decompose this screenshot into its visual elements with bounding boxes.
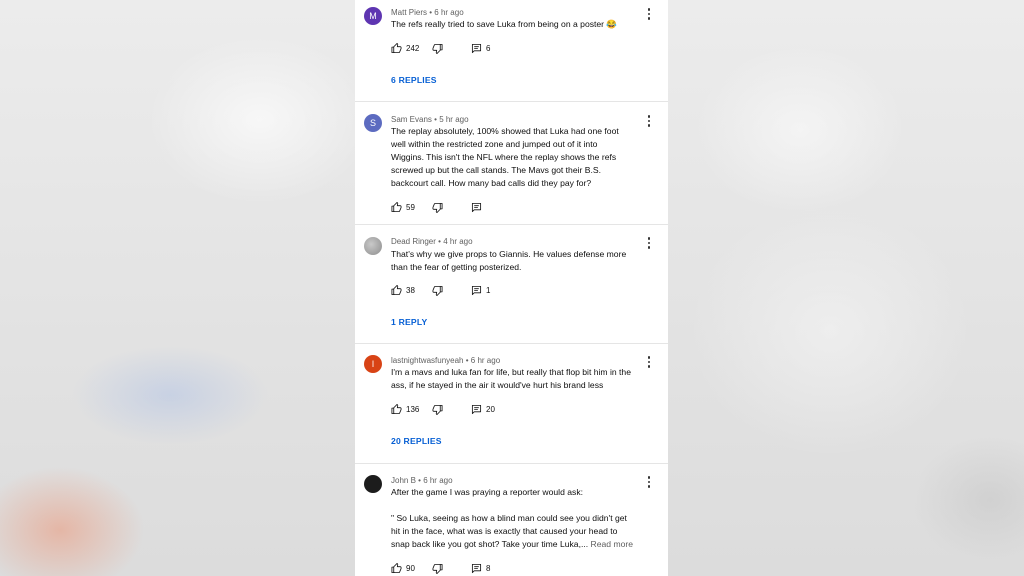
comment-text: I'm a mavs and luka fan for life, but re…	[391, 366, 653, 392]
comment-text-line: " So Luka, seeing as how a blind man cou…	[391, 513, 627, 523]
view-replies-button[interactable]: 1 REPLY	[391, 317, 427, 327]
avatar[interactable]	[364, 237, 382, 255]
thumbs-down-icon	[432, 404, 443, 415]
like-button[interactable]: 136	[391, 402, 419, 416]
reply-icon	[471, 285, 482, 295]
comment-text: After the game I was praying a reporter …	[391, 486, 653, 551]
thumbs-down-icon	[432, 285, 443, 296]
thumbs-up-icon	[391, 284, 402, 295]
reply-count: 1	[486, 285, 491, 295]
meta-separator: •	[418, 476, 421, 485]
reply-button[interactable]: 8	[471, 561, 490, 575]
comment-text-line: snap back like you got shot? Take your t…	[391, 539, 589, 549]
reply-button[interactable]	[471, 200, 482, 214]
thumbs-up-icon	[391, 403, 402, 414]
comment-age: 4 hr ago	[443, 237, 473, 246]
comment-text-line: The replay absolutely, 100% showed that …	[391, 126, 619, 136]
author-name[interactable]: Matt Piers	[391, 8, 427, 17]
comment-text: That's why we give props to Giannis. He …	[391, 248, 653, 274]
comment-text-line: hit in the face, what was is exactly tha…	[391, 526, 618, 536]
avatar[interactable]: l	[364, 355, 382, 373]
comment-text-line: screwed up but the call stands. The Mavs…	[391, 165, 602, 175]
avatar[interactable]	[364, 475, 382, 493]
comment-meta: Matt Piers • 6 hr ago	[391, 8, 464, 17]
comment-text-line: than the fear of getting posterized.	[391, 262, 522, 272]
like-count: 59	[406, 202, 415, 212]
divider	[355, 224, 668, 225]
thumbs-up-icon	[391, 562, 402, 573]
reply-icon	[471, 202, 482, 212]
reply-count: 6	[486, 43, 491, 53]
comment-meta: Sam Evans • 5 hr ago	[391, 115, 469, 124]
author-name[interactable]: lastnightwasfunyeah	[391, 356, 464, 365]
comment-text-line: ass, if he stayed in the air it would've…	[391, 380, 604, 390]
comment-meta: John B • 6 hr ago	[391, 476, 453, 485]
dislike-button[interactable]	[432, 561, 443, 575]
comment-meta: lastnightwasfunyeah • 6 hr ago	[391, 356, 500, 365]
comment-actions: 38 1	[391, 283, 651, 297]
comment-actions: 136 20	[391, 402, 651, 416]
reply-icon	[471, 43, 482, 53]
comment-actions: 90 8	[391, 561, 651, 575]
divider	[355, 101, 668, 102]
thumbs-down-icon	[432, 43, 443, 54]
comment-meta: Dead Ringer • 4 hr ago	[391, 237, 473, 246]
divider	[355, 343, 668, 344]
thumbs-up-icon	[391, 201, 402, 212]
comment-age: 6 hr ago	[423, 476, 453, 485]
like-count: 38	[406, 285, 415, 295]
like-button[interactable]: 59	[391, 200, 415, 214]
dislike-button[interactable]	[432, 402, 443, 416]
divider	[355, 463, 668, 464]
meta-separator: •	[465, 356, 469, 365]
reply-button[interactable]: 1	[471, 283, 490, 297]
reply-count: 20	[486, 404, 495, 414]
avatar[interactable]: M	[364, 7, 382, 25]
like-button[interactable]: 242	[391, 41, 419, 55]
comment-text: The refs really tried to save Luka from …	[391, 18, 653, 31]
reply-count: 8	[486, 563, 491, 573]
comment-text-line: Wiggins. This isn't the NFL where the re…	[391, 152, 617, 162]
reply-button[interactable]: 6	[471, 41, 490, 55]
read-more-link[interactable]: Read more	[591, 539, 634, 549]
thumbs-up-icon	[391, 42, 402, 53]
comment-age: 6 hr ago	[470, 356, 501, 365]
comment-text-line: backcourt call. How many bad calls did t…	[391, 178, 592, 188]
comment-text-line: After the game I was praying a reporter …	[391, 487, 584, 497]
dislike-button[interactable]	[432, 200, 443, 214]
like-count: 90	[406, 563, 415, 573]
reply-icon	[471, 563, 482, 573]
reply-button[interactable]: 20	[471, 402, 495, 416]
comment-age: 5 hr ago	[439, 115, 469, 124]
author-name[interactable]: Sam Evans	[391, 115, 432, 124]
avatar[interactable]: S	[364, 114, 382, 132]
comment-actions: 59	[391, 200, 651, 214]
meta-separator: •	[429, 8, 433, 17]
view-replies-button[interactable]: 6 REPLIES	[391, 75, 437, 85]
thumbs-down-icon	[432, 202, 443, 213]
comment-text-line-last: snap back like you got shot? Take your t…	[391, 538, 653, 551]
dislike-button[interactable]	[432, 283, 443, 297]
comments-panel: M Matt Piers • 6 hr ago The refs really …	[355, 0, 668, 576]
comment-text-line: That's why we give props to Giannis. He …	[391, 249, 627, 259]
like-count: 136	[406, 404, 420, 414]
comment-text-line: The refs really tried to save Luka from …	[391, 19, 618, 29]
comment-age: 6 hr ago	[434, 8, 464, 17]
author-name[interactable]: John B	[391, 476, 416, 485]
comment-actions: 242 6	[391, 41, 651, 55]
thumbs-down-icon	[432, 563, 443, 574]
reply-icon	[471, 404, 482, 414]
view-replies-button[interactable]: 20 REPLIES	[391, 436, 442, 446]
like-count: 242	[406, 43, 420, 53]
dislike-button[interactable]	[432, 41, 443, 55]
meta-separator: •	[438, 237, 441, 246]
author-name[interactable]: Dead Ringer	[391, 237, 436, 246]
comment-text: The replay absolutely, 100% showed that …	[391, 125, 653, 190]
like-button[interactable]: 38	[391, 283, 415, 297]
meta-separator: •	[434, 115, 437, 124]
comment-text-line: well within the restricted zone and jump…	[391, 139, 598, 149]
comment-text-line: I'm a mavs and luka fan for life, but re…	[391, 367, 631, 377]
comment-text-blank-line	[391, 499, 653, 512]
like-button[interactable]: 90	[391, 561, 415, 575]
